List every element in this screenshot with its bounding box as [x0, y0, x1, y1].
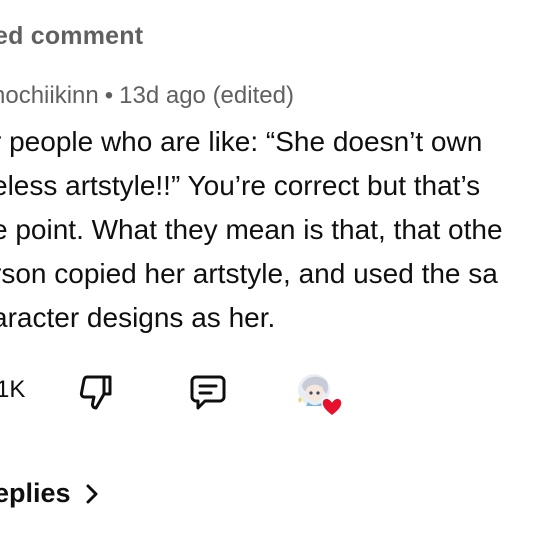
- creator-heart: [296, 372, 344, 418]
- creator-heart-avatar-icon: [298, 374, 343, 417]
- reply-button[interactable]: [188, 372, 228, 412]
- comment-author[interactable]: nochiikinn: [0, 82, 99, 109]
- thumbs-down-icon: [79, 375, 112, 410]
- comment-line: aracter designs as her.: [0, 302, 276, 333]
- comment-thread-screen: ed comment nochiikinn • 13d ago (edited) r…: [0, 0, 560, 560]
- section-title: ed comment: [0, 22, 144, 50]
- comment-line: r people who are like: “She doesn’t own: [0, 126, 483, 157]
- view-replies-button[interactable]: eplies: [0, 478, 99, 509]
- like-count: 1K: [0, 376, 26, 403]
- comment-line: eless artstyle!!” You’re correct but tha…: [0, 170, 481, 201]
- replies-label: eplies: [0, 478, 71, 508]
- comment-text: r people who are like: “She doesn’t own …: [0, 120, 560, 340]
- comment-action-bar: 1K: [0, 366, 560, 418]
- meta-separator: •: [104, 82, 114, 109]
- comment-line: e point. What they mean is that, that ot…: [0, 214, 503, 245]
- comment-line: rson copied her artstyle, and used the s…: [0, 258, 498, 289]
- chevron-right-icon: [85, 483, 99, 505]
- comment-timestamp: 13d ago (edited): [119, 82, 294, 109]
- dislike-button[interactable]: [76, 372, 116, 412]
- comment-bubble-icon: [190, 375, 226, 410]
- comment-meta: nochiikinn • 13d ago (edited): [0, 82, 294, 110]
